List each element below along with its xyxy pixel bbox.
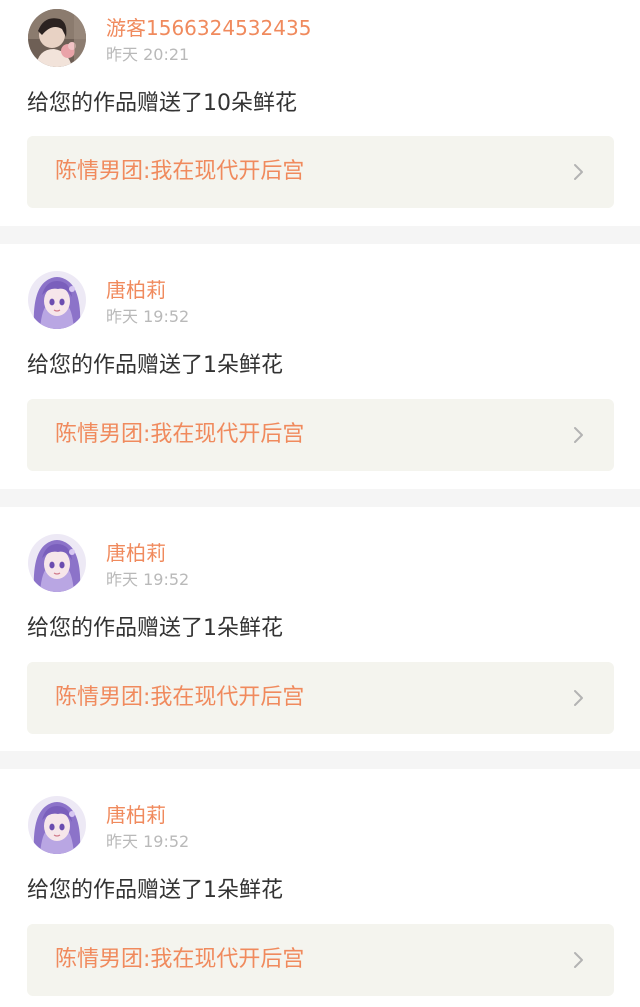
user-avatar-icon[interactable] [28, 9, 86, 67]
username[interactable]: 唐柏莉 [106, 541, 166, 565]
work-link-button[interactable]: 陈情男团:我在现代开后宫 [27, 662, 614, 734]
timestamp: 昨天 19:52 [106, 570, 190, 589]
work-title: 陈情男团:我在现代开后宫 [55, 159, 305, 184]
gift-message: 给您的作品赠送了10朵鲜花 [27, 91, 297, 116]
chevron-right-icon [570, 426, 588, 444]
gift-message: 给您的作品赠送了1朵鲜花 [27, 878, 283, 903]
username[interactable]: 唐柏莉 [106, 803, 166, 827]
work-link-button[interactable]: 陈情男团:我在现代开后宫 [27, 136, 614, 208]
notification-card: 唐柏莉 昨天 19:52 给您的作品赠送了1朵鲜花 陈情男团:我在现代开后宫 [0, 507, 640, 751]
work-title: 陈情男团:我在现代开后宫 [55, 685, 305, 710]
gift-message: 给您的作品赠送了1朵鲜花 [27, 616, 283, 641]
timestamp: 昨天 19:52 [106, 307, 190, 326]
chevron-right-icon [570, 163, 588, 181]
work-link-button[interactable]: 陈情男团:我在现代开后宫 [27, 924, 614, 996]
chevron-right-icon [570, 951, 588, 969]
work-title: 陈情男团:我在现代开后宫 [55, 947, 305, 972]
timestamp: 昨天 20:21 [106, 45, 190, 64]
notification-card: 游客1566324532435 昨天 20:21 给您的作品赠送了10朵鲜花 陈… [0, 0, 640, 226]
anime-girl-avatar-icon[interactable] [28, 796, 86, 854]
notification-feed: 游客1566324532435 昨天 20:21 给您的作品赠送了10朵鲜花 陈… [0, 0, 640, 1007]
notification-card: 唐柏莉 昨天 19:52 给您的作品赠送了1朵鲜花 陈情男团:我在现代开后宫 [0, 769, 640, 1007]
anime-girl-avatar-icon[interactable] [28, 271, 86, 329]
anime-girl-avatar-icon[interactable] [28, 534, 86, 592]
username[interactable]: 游客1566324532435 [106, 16, 311, 40]
notification-card: 唐柏莉 昨天 19:52 给您的作品赠送了1朵鲜花 陈情男团:我在现代开后宫 [0, 244, 640, 489]
username[interactable]: 唐柏莉 [106, 278, 166, 302]
gift-message: 给您的作品赠送了1朵鲜花 [27, 353, 283, 378]
chevron-right-icon [570, 689, 588, 707]
work-title: 陈情男团:我在现代开后宫 [55, 422, 305, 447]
timestamp: 昨天 19:52 [106, 832, 190, 851]
work-link-button[interactable]: 陈情男团:我在现代开后宫 [27, 399, 614, 471]
